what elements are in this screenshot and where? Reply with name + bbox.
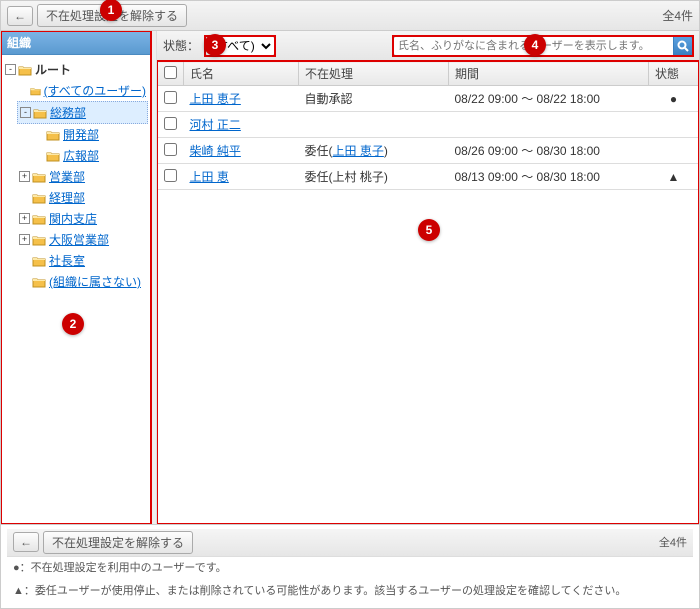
legend-warning: ▲：委任ユーザーが使用停止、または削除されている可能性があります。該当するユーザ… — [7, 580, 693, 604]
table-row: 上田 恵子 自動承認08/22 09:00 ～ 08/22 18:00● — [158, 86, 699, 112]
callout-5: 5 — [418, 219, 440, 241]
cell-period: 08/26 09:00 ～ 08/30 18:00 — [449, 138, 649, 164]
tree-item[interactable]: 開発部 — [31, 124, 148, 145]
tree-item[interactable]: (すべてのユーザー) — [17, 80, 148, 101]
sidebar-header: 組織 — [1, 31, 150, 55]
org-tree: - ルート (すべてのユーザー) - 総務部開発部広報部 + 営業部経理部 + 関内支店 + 大… — [1, 55, 150, 524]
folder-icon — [32, 213, 46, 225]
user-name-link[interactable]: 上田 恵 — [190, 170, 229, 184]
main-panel: 状態： (すべて) 氏名 不在処理 — [157, 31, 699, 524]
cell-proxy — [299, 112, 449, 138]
tree-label[interactable]: 営業部 — [49, 168, 85, 185]
user-name-link[interactable]: 柴崎 純平 — [190, 144, 241, 158]
row-checkbox[interactable] — [164, 143, 177, 156]
user-name-link[interactable]: 河村 正二 — [190, 118, 241, 132]
tree-spacer — [19, 255, 30, 266]
tree-item[interactable]: - 総務部 — [17, 101, 148, 124]
col-period[interactable]: 期間 — [449, 62, 649, 86]
record-count: 全4件 — [662, 7, 693, 24]
tree-label[interactable]: 大阪営業部 — [49, 231, 109, 248]
folder-icon — [32, 255, 46, 267]
folder-icon — [32, 234, 46, 246]
col-proxy[interactable]: 不在処理 — [299, 62, 449, 86]
tree-item[interactable]: 経理部 — [17, 187, 148, 208]
cell-status — [649, 138, 699, 164]
search-icon — [677, 40, 689, 52]
tree-toggle[interactable]: - — [20, 107, 31, 118]
folder-icon — [46, 150, 60, 162]
tree-label[interactable]: 開発部 — [63, 126, 99, 143]
row-checkbox[interactable] — [164, 117, 177, 130]
cell-period — [449, 112, 649, 138]
tree-toggle[interactable]: + — [19, 234, 30, 245]
cell-status — [649, 112, 699, 138]
tree-label[interactable]: 広報部 — [63, 147, 99, 164]
tree-spacer — [33, 150, 44, 161]
callout-1: 1 — [100, 0, 122, 21]
table-row: 柴崎 純平 委任(上田 恵子)08/26 09:00 ～ 08/30 18:00 — [158, 138, 699, 164]
user-grid: 氏名 不在処理 期間 状態 上田 恵子 自動承認08/22 09:00 ～ 08/… — [157, 61, 699, 524]
footer-clear-button[interactable]: 不在処理設定を解除する — [43, 531, 193, 554]
folder-icon — [32, 192, 46, 204]
cell-status: ● — [649, 86, 699, 112]
row-checkbox[interactable] — [164, 91, 177, 104]
cell-proxy: 委任(上田 恵子) — [299, 138, 449, 164]
cell-status: ▲ — [649, 164, 699, 190]
tree-spacer — [33, 129, 44, 140]
select-all-checkbox[interactable] — [164, 66, 177, 79]
footer: ← 不在処理設定を解除する 全4件 ●：不在処理設定を利用中のユーザーです。 ▲… — [1, 524, 699, 608]
tree-item[interactable]: 広報部 — [31, 145, 148, 166]
callout-3: 3 — [204, 34, 226, 56]
tree-label[interactable]: 経理部 — [49, 189, 85, 206]
tree-label[interactable]: (組織に属さない) — [49, 273, 141, 290]
tree-spacer — [19, 85, 28, 96]
callout-2: 2 — [62, 313, 84, 335]
legend-active: ●：不在処理設定を利用中のユーザーです。 — [7, 557, 693, 581]
tree-item[interactable]: (組織に属さない) — [17, 271, 148, 292]
tree-item[interactable]: 社長室 — [17, 250, 148, 271]
callout-4: 4 — [524, 34, 546, 56]
tree-toggle[interactable]: - — [5, 64, 16, 75]
folder-icon — [18, 64, 32, 76]
status-filter-label: 状態： — [163, 37, 199, 54]
folder-icon — [32, 171, 46, 183]
tree-toggle[interactable]: + — [19, 171, 30, 182]
cell-proxy: 自動承認 — [299, 86, 449, 112]
tree-label[interactable]: 関内支店 — [49, 210, 97, 227]
tree-label[interactable]: (すべてのユーザー) — [44, 82, 146, 99]
folder-icon — [32, 276, 46, 288]
row-checkbox[interactable] — [164, 169, 177, 182]
tree-toggle[interactable]: + — [19, 213, 30, 224]
footer-record-count: 全4件 — [659, 534, 687, 550]
user-name-link[interactable]: 上田 恵子 — [190, 92, 241, 106]
proxy-user-link[interactable]: 上田 恵子 — [333, 144, 384, 158]
footer-back-button[interactable]: ← — [13, 532, 39, 552]
tree-label[interactable]: 総務部 — [50, 104, 86, 121]
tree-spacer — [19, 192, 30, 203]
cell-proxy: 委任(上村 桃子) — [299, 164, 449, 190]
folder-icon — [46, 129, 60, 141]
cell-period: 08/13 09:00 ～ 08/30 18:00 — [449, 164, 649, 190]
tree-item[interactable]: + 大阪営業部 — [17, 229, 148, 250]
search-button[interactable] — [673, 36, 693, 56]
org-sidebar: 組織 - ルート (すべてのユーザー) - 総務部開発部広報部 + 営業部経理部 + 関内支… — [1, 31, 151, 524]
tree-item[interactable]: + 営業部 — [17, 166, 148, 187]
folder-icon — [33, 107, 47, 119]
tree-root-label[interactable]: ルート — [35, 61, 71, 78]
table-row: 河村 正二 — [158, 112, 699, 138]
tree-label[interactable]: 社長室 — [49, 252, 85, 269]
filter-bar: 状態： (すべて) — [157, 31, 699, 61]
table-row: 上田 恵 委任(上村 桃子)08/13 09:00 ～ 08/30 18:00▲ — [158, 164, 699, 190]
folder-icon — [30, 85, 41, 97]
col-name[interactable]: 氏名 — [184, 62, 299, 86]
tree-item[interactable]: + 関内支店 — [17, 208, 148, 229]
back-button[interactable]: ← — [7, 6, 33, 26]
cell-period: 08/22 09:00 ～ 08/22 18:00 — [449, 86, 649, 112]
tree-spacer — [19, 276, 30, 287]
col-status[interactable]: 状態 — [649, 62, 699, 86]
